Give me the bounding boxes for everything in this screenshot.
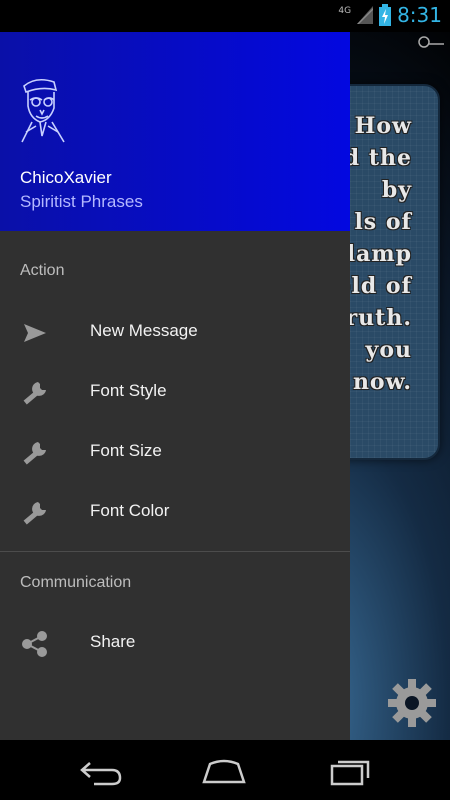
menu-item-share[interactable]: Share bbox=[0, 613, 350, 673]
send-icon bbox=[24, 324, 46, 342]
chico-xavier-portrait-icon bbox=[21, 78, 65, 143]
menu-item-new-message[interactable]: New Message bbox=[0, 302, 350, 362]
section-title-communication: Communication bbox=[20, 574, 132, 591]
corner-logo-icon bbox=[418, 36, 444, 48]
menu-item-label: Share bbox=[90, 632, 136, 651]
clock: 8:31 bbox=[397, 3, 442, 27]
menu-item-label: Font Size bbox=[90, 441, 162, 460]
menu-item-label: New Message bbox=[90, 321, 198, 340]
navigation-bar bbox=[0, 740, 450, 800]
wrench-icon bbox=[23, 382, 46, 405]
recent-apps-icon[interactable] bbox=[328, 754, 376, 788]
status-icons: 4G 8:31 bbox=[338, 3, 442, 27]
status-bar: 4G 8:31 bbox=[0, 0, 450, 32]
section-title-action: Action bbox=[20, 262, 65, 279]
drawer-header: ChicoXavier Spiritist Phrases bbox=[0, 32, 350, 231]
menu-item-font-color[interactable]: Font Color bbox=[0, 482, 350, 542]
signal-icon bbox=[357, 6, 374, 24]
app-subtitle: Spiritist Phrases bbox=[20, 192, 143, 211]
section-divider bbox=[0, 551, 350, 552]
settings-gear-icon[interactable] bbox=[386, 677, 438, 729]
navigation-drawer: ChicoXavier Spiritist Phrases Action New… bbox=[0, 32, 350, 740]
menu-item-label: Font Style bbox=[90, 381, 167, 400]
menu-item-font-style[interactable]: Font Style bbox=[0, 362, 350, 422]
battery-charging-icon bbox=[379, 4, 392, 26]
home-icon[interactable] bbox=[200, 754, 248, 788]
menu-item-label: Font Color bbox=[90, 501, 170, 520]
app-title: ChicoXavier bbox=[20, 168, 112, 187]
share-icon bbox=[22, 631, 47, 657]
back-icon[interactable] bbox=[76, 754, 124, 788]
network-type: 4G bbox=[338, 6, 352, 16]
wrench-icon bbox=[23, 502, 46, 525]
menu-item-font-size[interactable]: Font Size bbox=[0, 422, 350, 482]
wrench-icon bbox=[23, 442, 46, 465]
